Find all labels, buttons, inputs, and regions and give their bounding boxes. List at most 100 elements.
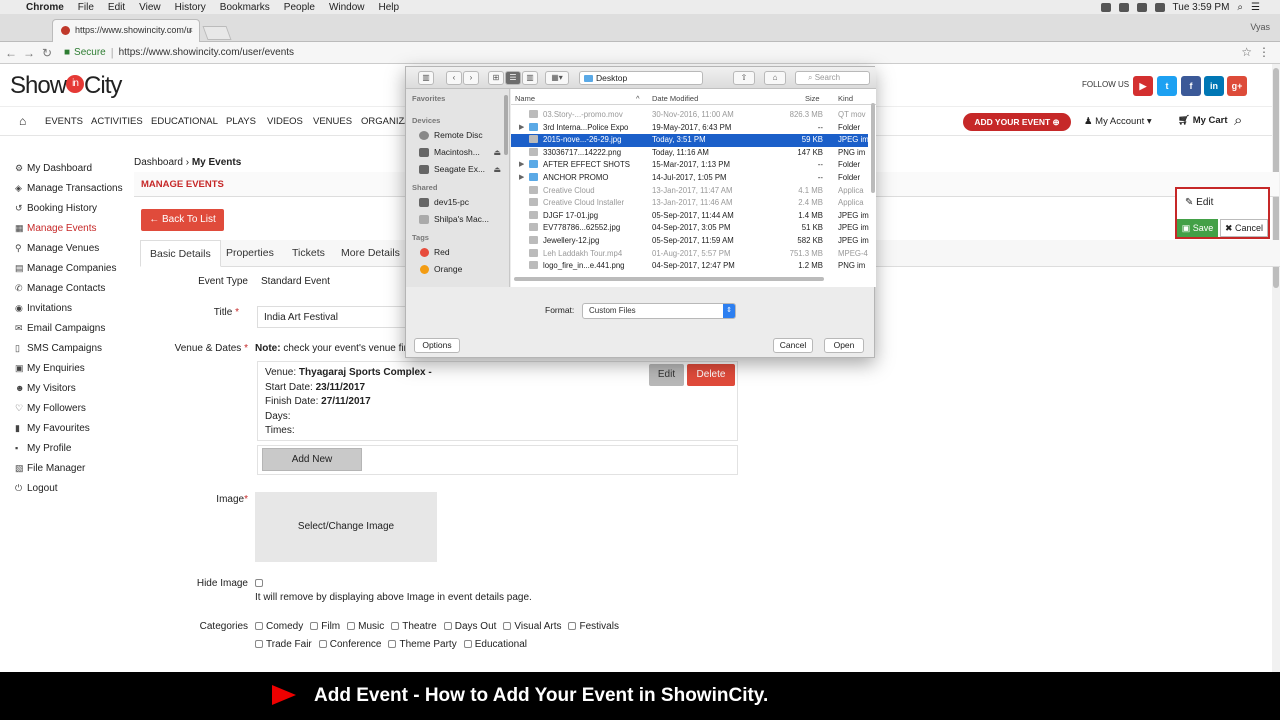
- sidebar-scrollbar[interactable]: [504, 95, 508, 155]
- add-your-event-button[interactable]: ADD YOUR EVENT ⊕: [963, 113, 1071, 131]
- tab-properties[interactable]: Properties: [217, 240, 283, 267]
- sidebar-item-my-visitors[interactable]: ☻ My Visitors: [15, 378, 135, 398]
- my-cart-link[interactable]: 🛒︎ My Cart: [1178, 115, 1228, 126]
- my-account-menu[interactable]: ♟ My Account ▾: [1084, 116, 1152, 127]
- sidebar-item-email-campaigns[interactable]: ✉ Email Campaigns: [15, 318, 135, 338]
- disclosure-triangle-icon[interactable]: ▶: [519, 173, 524, 181]
- page-scrollbar[interactable]: [1272, 64, 1280, 674]
- category-checkbox[interactable]: [347, 622, 356, 631]
- save-button[interactable]: ▣ Save: [1177, 219, 1218, 237]
- category-theatre[interactable]: Theatre: [391, 621, 437, 632]
- nav-activities[interactable]: ACTIVITIES: [91, 116, 143, 127]
- home-icon[interactable]: ⌂: [19, 114, 26, 128]
- category-conference[interactable]: Conference: [318, 639, 381, 650]
- file-row[interactable]: 33036717...14222.png Today, 11:16 AM 147 K…: [511, 147, 868, 160]
- sidebar-item-manage-events[interactable]: ▦ Manage Events: [15, 218, 135, 238]
- nav-events[interactable]: EVENTS: [45, 116, 83, 127]
- gallery-view-icon[interactable]: ▦▾: [545, 71, 569, 85]
- category-checkbox[interactable]: [255, 622, 263, 631]
- search-icon[interactable]: ⌕: [1237, 2, 1243, 13]
- delete-venue-button[interactable]: Delete: [687, 364, 735, 386]
- location-select[interactable]: Desktop: [579, 71, 703, 85]
- tab-more-details[interactable]: More Details: [332, 240, 409, 267]
- icon-view-icon[interactable]: ⊞: [488, 71, 504, 85]
- sidebar-item-file-manager[interactable]: ▧ File Manager: [15, 458, 135, 478]
- linkedin-icon[interactable]: in: [1204, 76, 1224, 96]
- google-plus-icon[interactable]: g+: [1227, 76, 1247, 96]
- bookmark-star-icon[interactable]: ☆: [1241, 45, 1252, 59]
- file-row[interactable]: EV778786...62552.jpg 04-Sep-2017, 3:05 PM…: [511, 222, 869, 235]
- file-row[interactable]: Creative Cloud Installer 13-Jan-2017, 11:…: [511, 197, 868, 210]
- hide-image-checkbox[interactable]: [255, 579, 263, 587]
- breadcrumb-dashboard[interactable]: Dashboard: [134, 157, 183, 168]
- forward-icon[interactable]: →: [22, 46, 36, 60]
- file-row[interactable]: ▶ ANCHOR PROMO 14-Jul-2017, 1:05 PM -- Folde…: [511, 172, 868, 185]
- menu-history[interactable]: History: [175, 2, 206, 13]
- category-trade-fair[interactable]: Trade Fair: [255, 639, 312, 650]
- tab-tickets[interactable]: Tickets: [283, 240, 334, 267]
- new-tab-button[interactable]: [202, 26, 232, 40]
- dialog-open-button[interactable]: Open: [824, 338, 864, 353]
- file-row[interactable]: 03.Story-...-promo.mov 30-Nov-2016, 11:00…: [511, 109, 868, 122]
- category-visual-arts[interactable]: Visual Arts: [503, 621, 561, 632]
- format-select[interactable]: Custom Files ⇕: [582, 303, 736, 319]
- dialog-cancel-button[interactable]: Cancel: [773, 338, 813, 353]
- file-row[interactable]: DJGF 17-01.jpg 05-Sep-2017, 11:44 AM 1.4 M…: [511, 210, 869, 223]
- search-icon[interactable]: ⌕: [1234, 112, 1242, 129]
- sidebar-item-manage-contacts[interactable]: ✆ Manage Contacts: [15, 278, 135, 298]
- back-to-list-button[interactable]: ← Back To List: [141, 209, 224, 231]
- disclosure-triangle-icon[interactable]: ▶: [519, 123, 524, 131]
- edit-link[interactable]: ✎ Edit: [1185, 197, 1213, 208]
- category-checkbox[interactable]: [388, 640, 397, 649]
- sidebar-item-my-dashboard[interactable]: ⚙ My Dashboard: [15, 158, 135, 178]
- file-row[interactable]: ▶ AFTER EFFECT SHOTS 15-Mar-2017, 1:13 PM -…: [511, 159, 868, 172]
- tab-basic-details[interactable]: Basic Details: [140, 240, 221, 267]
- category-checkbox[interactable]: [391, 622, 400, 631]
- sidebar-item-my-profile[interactable]: ▪ My Profile: [15, 438, 135, 458]
- sidebar-device[interactable]: Seagate Ex... ⏏: [406, 161, 509, 178]
- back-icon[interactable]: ‹: [446, 71, 462, 85]
- category-checkbox[interactable]: [568, 622, 577, 631]
- menu-window[interactable]: Window: [329, 2, 365, 13]
- options-button[interactable]: Options: [414, 338, 460, 353]
- column-date[interactable]: Date Modified: [652, 94, 698, 103]
- tray-icon[interactable]: [1100, 2, 1111, 12]
- category-educational[interactable]: Educational: [463, 639, 527, 650]
- reload-icon[interactable]: ↻: [40, 46, 54, 60]
- column-kind[interactable]: Kind: [838, 94, 853, 103]
- file-row[interactable]: Creative Cloud 13-Jan-2017, 11:47 AM 4.1 M…: [511, 185, 868, 198]
- tray-icon[interactable]: [1136, 2, 1147, 12]
- file-row[interactable]: logo_fire_in...e.441.png 04-Sep-2017, 12:…: [511, 260, 868, 273]
- tag-icon[interactable]: ⌂: [764, 71, 786, 85]
- tray-icon[interactable]: [1118, 2, 1129, 12]
- select-image-button[interactable]: Select/Change Image: [255, 492, 437, 562]
- sidebar-shared[interactable]: Shilpa's Mac...: [406, 211, 509, 228]
- browser-tab[interactable]: https://www.showincity.com/u ×: [52, 19, 200, 42]
- file-row[interactable]: ▶ 3rd Interna...Police Expo 19-May-2017, 6…: [511, 122, 868, 135]
- back-icon[interactable]: ←: [4, 46, 18, 60]
- eject-icon[interactable]: ⏏: [493, 144, 501, 161]
- disclosure-triangle-icon[interactable]: ▶: [519, 160, 524, 168]
- category-checkbox[interactable]: [443, 622, 452, 631]
- file-row[interactable]: Jewellery-12.jpg 05-Sep-2017, 11:59 AM 582…: [511, 235, 869, 248]
- column-name[interactable]: Name: [515, 94, 535, 103]
- file-row[interactable]: 2015-nove...-26-29.jpg Today, 3:51 PM 59 K…: [511, 134, 869, 147]
- sidebar-tag-orange[interactable]: Orange: [406, 261, 509, 278]
- category-checkbox[interactable]: [255, 640, 263, 649]
- site-logo[interactable]: Show in City: [10, 72, 122, 100]
- file-row[interactable]: Leh Laddakh Tour.mp4 01-Aug-2017, 5:57 PM…: [511, 248, 868, 261]
- facebook-icon[interactable]: f: [1181, 76, 1201, 96]
- sidebar-item-logout[interactable]: ⏻ Logout: [15, 478, 135, 498]
- category-film[interactable]: Film: [310, 621, 340, 632]
- wifi-icon[interactable]: [1154, 2, 1165, 12]
- sidebar-item-manage-companies[interactable]: ▤ Manage Companies: [15, 258, 135, 278]
- sidebar-device[interactable]: Macintosh... ⏏: [406, 144, 509, 161]
- url-field[interactable]: https://www.showincity.com/user/events: [119, 47, 294, 58]
- menu-help[interactable]: Help: [379, 2, 400, 13]
- column-view-icon[interactable]: ▥: [522, 71, 538, 85]
- file-list-hscrollbar[interactable]: [514, 277, 824, 281]
- sidebar-item-booking-history[interactable]: ↺ Booking History: [15, 198, 135, 218]
- sidebar-item-invitations[interactable]: ◉ Invitations: [15, 298, 135, 318]
- youtube-icon[interactable]: ▶: [1133, 76, 1153, 96]
- edit-venue-button[interactable]: Edit: [649, 364, 684, 386]
